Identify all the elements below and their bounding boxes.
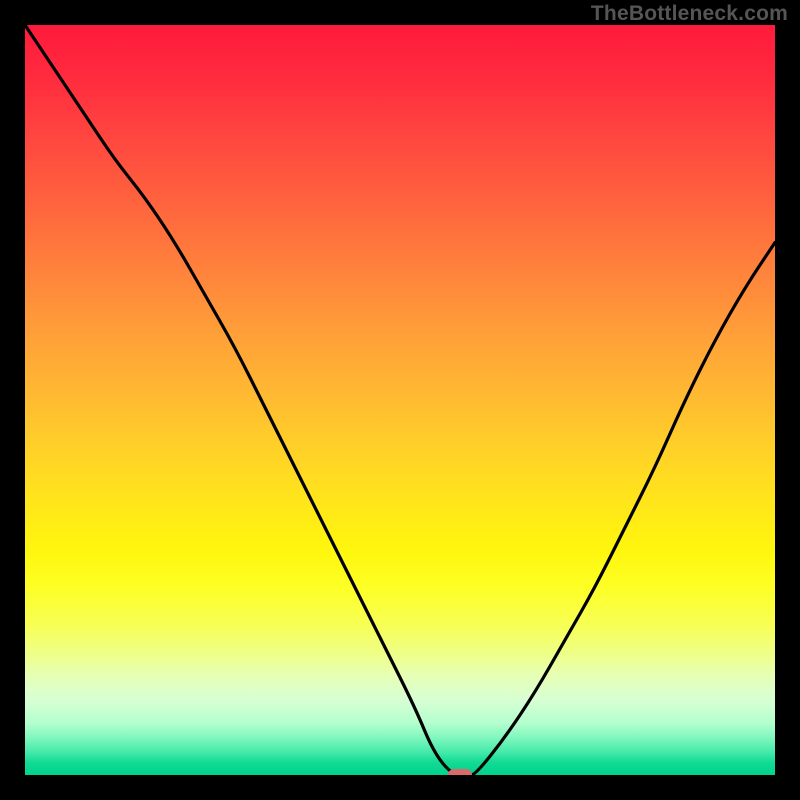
curve-svg <box>25 25 775 775</box>
result-marker <box>448 769 472 775</box>
watermark-text: TheBottleneck.com <box>591 2 788 26</box>
bottleneck-curve <box>25 25 775 775</box>
chart-container: TheBottleneck.com <box>0 0 800 800</box>
plot-area <box>25 25 775 775</box>
